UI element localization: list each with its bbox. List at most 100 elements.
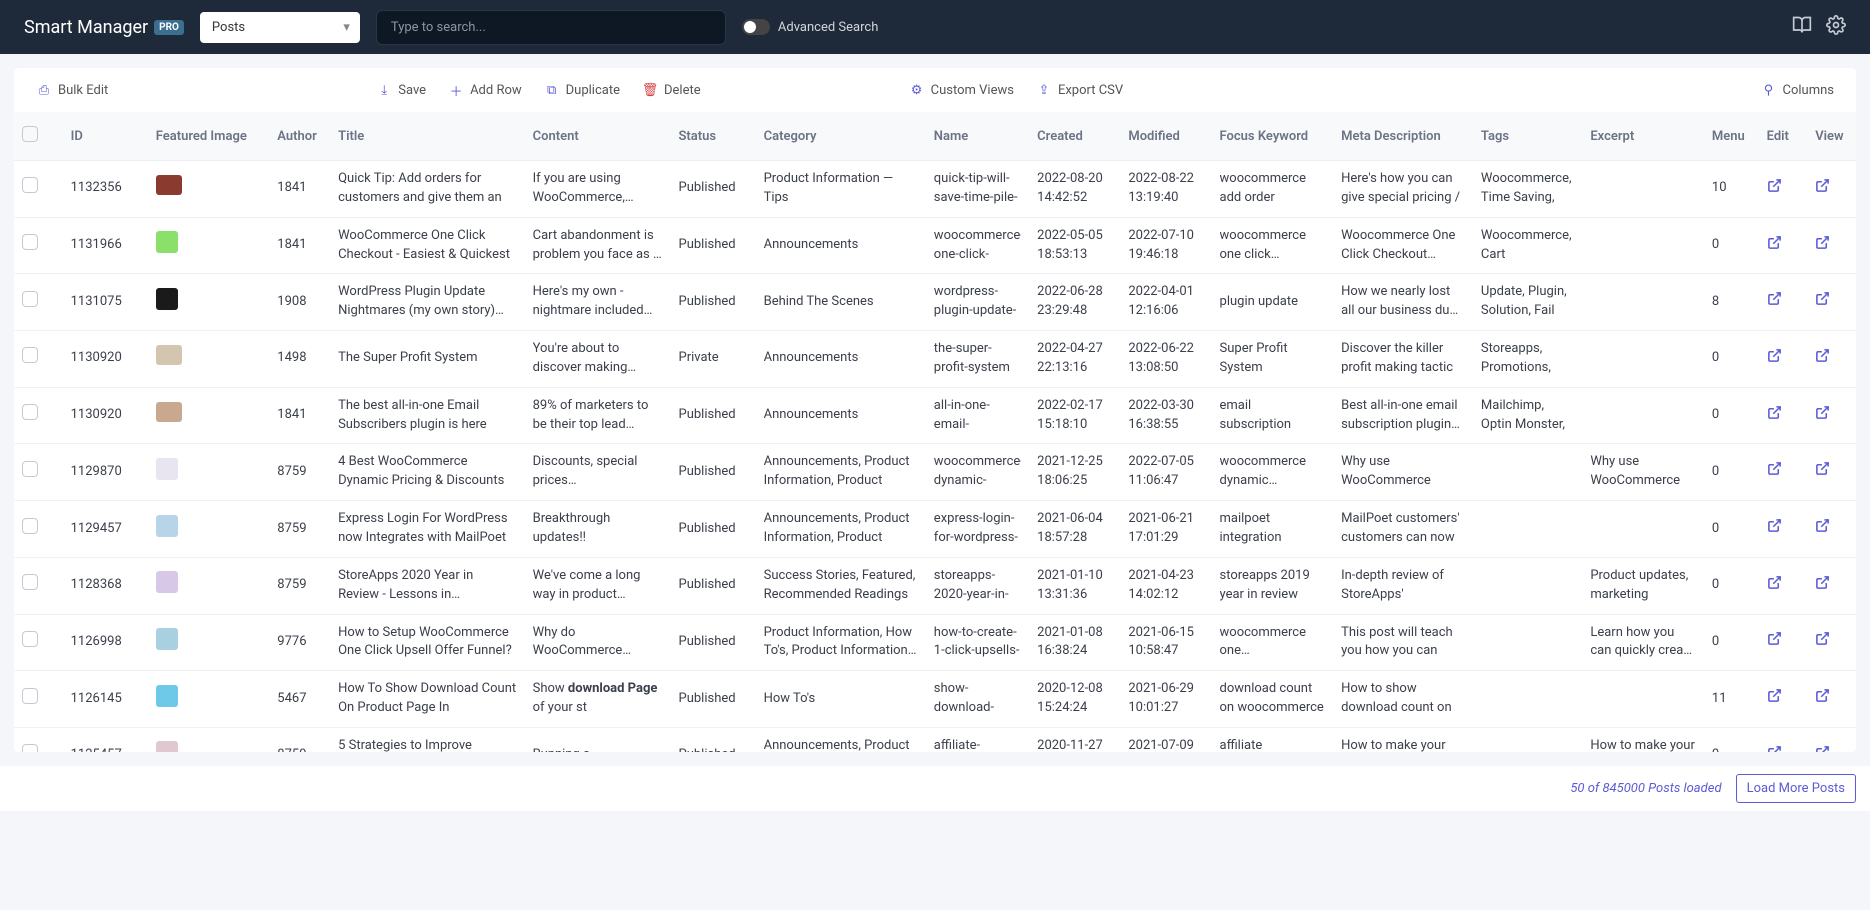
delete-button[interactable]: 🗑Delete — [634, 78, 709, 102]
column-header[interactable] — [14, 112, 63, 161]
view-link-icon[interactable] — [1815, 409, 1830, 424]
view-link-icon[interactable] — [1815, 182, 1830, 197]
thumbnail-image[interactable] — [156, 741, 178, 752]
cell-content[interactable]: You're about to discover making tactic u… — [525, 331, 671, 388]
column-header[interactable]: Menu — [1704, 112, 1759, 161]
cell-content[interactable]: Show download Page of your st — [525, 671, 671, 728]
column-header[interactable]: View — [1807, 112, 1856, 161]
cell-title[interactable]: The Super Profit System — [330, 331, 525, 388]
column-header[interactable]: Created — [1029, 112, 1120, 161]
column-header[interactable]: Tags — [1473, 112, 1582, 161]
view-link-icon[interactable] — [1815, 579, 1830, 594]
column-header[interactable]: Author — [269, 112, 330, 161]
cell-title[interactable]: WooCommerce One Click Checkout - Easiest… — [330, 217, 525, 274]
cell-content[interactable]: Breakthrough updates!! — [525, 501, 671, 558]
cell-title[interactable]: Quick Tip: Add orders for customers and … — [330, 161, 525, 218]
column-header[interactable]: Edit — [1759, 112, 1808, 161]
column-header[interactable]: Name — [926, 112, 1029, 161]
table-row[interactable]: 11319661841WooCommerce One Click Checkou… — [14, 217, 1856, 274]
table-row[interactable]: 112545787595 Strategies to Improve Affil… — [14, 727, 1856, 752]
duplicate-button[interactable]: ⧉Duplicate — [536, 78, 628, 102]
bulk-edit-button[interactable]: ⎙Bulk Edit — [28, 78, 116, 102]
cell-content[interactable]: Here's my own - nightmare included some … — [525, 274, 671, 331]
row-checkbox[interactable] — [22, 518, 38, 534]
cell-content[interactable]: We've come a long way in product improve… — [525, 557, 671, 614]
row-checkbox[interactable] — [22, 404, 38, 420]
row-checkbox[interactable] — [22, 234, 38, 250]
column-header[interactable]: Focus Keyword — [1212, 112, 1334, 161]
table-row[interactable]: 11323561841Quick Tip: Add orders for cus… — [14, 161, 1856, 218]
row-checkbox[interactable] — [22, 347, 38, 363]
edit-link-icon[interactable] — [1767, 465, 1782, 480]
cell-title[interactable]: 5 Strategies to Improve Affiliate Onboar… — [330, 727, 525, 752]
select-all-checkbox[interactable] — [22, 126, 38, 142]
view-link-icon[interactable] — [1815, 692, 1830, 707]
cell-content[interactable]: 89% of marketers to be their top lead ge… — [525, 387, 671, 444]
view-link-icon[interactable] — [1815, 749, 1830, 752]
thumbnail-image[interactable] — [156, 175, 182, 195]
export-csv-button[interactable]: ⇪Export CSV — [1028, 78, 1131, 102]
book-icon[interactable] — [1792, 15, 1812, 39]
column-header[interactable]: Status — [671, 112, 756, 161]
edit-link-icon[interactable] — [1767, 409, 1782, 424]
view-link-icon[interactable] — [1815, 522, 1830, 537]
edit-link-icon[interactable] — [1767, 522, 1782, 537]
cell-content[interactable]: Running a — [525, 727, 671, 752]
view-link-icon[interactable] — [1815, 239, 1830, 254]
add-row-button[interactable]: ＋Add Row — [440, 78, 530, 102]
edit-link-icon[interactable] — [1767, 579, 1782, 594]
cell-title[interactable]: Express Login For WordPress now Integrat… — [330, 501, 525, 558]
cell-content[interactable]: Cart abandonment is problem you face as … — [525, 217, 671, 274]
table-row[interactable]: 11309201498The Super Profit SystemYou're… — [14, 331, 1856, 388]
save-button[interactable]: ⤓Save — [368, 78, 434, 102]
thumbnail-image[interactable] — [156, 515, 178, 537]
view-link-icon[interactable] — [1815, 635, 1830, 650]
table-row[interactable]: 11283688759StoreApps 2020 Year in Review… — [14, 557, 1856, 614]
table-row[interactable]: 11310751908WordPress Plugin Update Night… — [14, 274, 1856, 331]
custom-views-button[interactable]: ⚙Custom Views — [901, 78, 1022, 102]
column-header[interactable]: Meta Description — [1333, 112, 1473, 161]
edit-link-icon[interactable] — [1767, 692, 1782, 707]
view-link-icon[interactable] — [1815, 352, 1830, 367]
column-header[interactable]: Featured Image — [148, 112, 270, 161]
table-row[interactable]: 11269989776How to Setup WooCommerce One … — [14, 614, 1856, 671]
advanced-search-toggle[interactable] — [742, 19, 770, 35]
view-link-icon[interactable] — [1815, 295, 1830, 310]
column-header[interactable]: Category — [756, 112, 926, 161]
load-more-button[interactable]: Load More Posts — [1736, 774, 1856, 803]
search-input[interactable]: Type to search... — [376, 10, 726, 45]
edit-link-icon[interactable] — [1767, 635, 1782, 650]
column-header[interactable]: ID — [63, 112, 148, 161]
edit-link-icon[interactable] — [1767, 749, 1782, 752]
edit-link-icon[interactable] — [1767, 239, 1782, 254]
row-checkbox[interactable] — [22, 461, 38, 477]
view-link-icon[interactable] — [1815, 465, 1830, 480]
thumbnail-image[interactable] — [156, 288, 178, 310]
edit-link-icon[interactable] — [1767, 352, 1782, 367]
gear-icon[interactable] — [1826, 15, 1846, 39]
cell-title[interactable]: How to Setup WooCommerce One Click Upsel… — [330, 614, 525, 671]
edit-link-icon[interactable] — [1767, 182, 1782, 197]
row-checkbox[interactable] — [22, 631, 38, 647]
cell-title[interactable]: StoreApps 2020 Year in Review - Lessons … — [330, 557, 525, 614]
thumbnail-image[interactable] — [156, 628, 178, 650]
thumbnail-image[interactable] — [156, 685, 178, 707]
table-row[interactable]: 11261455467How To Show Download Count On… — [14, 671, 1856, 728]
row-checkbox[interactable] — [22, 177, 38, 193]
thumbnail-image[interactable] — [156, 571, 178, 593]
cell-title[interactable]: WordPress Plugin Update Nightmares (my o… — [330, 274, 525, 331]
table-row[interactable]: 11294578759Express Login For WordPress n… — [14, 501, 1856, 558]
row-checkbox[interactable] — [22, 688, 38, 704]
cell-title[interactable]: The best all-in-one Email Subscribers pl… — [330, 387, 525, 444]
cell-content[interactable]: If you are using WooCommerce, handy solu… — [525, 161, 671, 218]
cell-content[interactable]: Why do WooCommerce upsells BOGO and othe… — [525, 614, 671, 671]
thumbnail-image[interactable] — [156, 458, 178, 480]
table-row[interactable]: 11309201841The best all-in-one Email Sub… — [14, 387, 1856, 444]
cell-title[interactable]: 4 Best WooCommerce Dynamic Pricing & Dis… — [330, 444, 525, 501]
column-header[interactable]: Content — [525, 112, 671, 161]
thumbnail-image[interactable] — [156, 231, 178, 253]
column-header[interactable]: Excerpt — [1582, 112, 1704, 161]
columns-button[interactable]: ⚲Columns — [1753, 78, 1843, 102]
column-header[interactable]: Modified — [1120, 112, 1211, 161]
edit-link-icon[interactable] — [1767, 295, 1782, 310]
